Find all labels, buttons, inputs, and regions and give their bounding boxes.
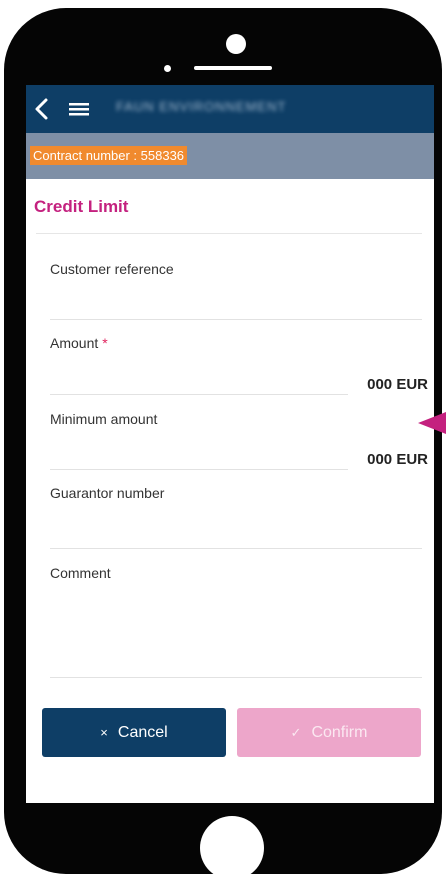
amount-label-text: Amount bbox=[50, 335, 99, 351]
required-marker: * bbox=[102, 335, 108, 351]
confirm-button[interactable]: ✓ Confirm bbox=[237, 708, 421, 757]
contract-number: Contract number : 558336 bbox=[30, 146, 188, 165]
title-divider bbox=[36, 233, 422, 234]
customer-reference-underline bbox=[50, 319, 422, 320]
check-icon: ✓ bbox=[290, 724, 302, 740]
home-button[interactable] bbox=[200, 816, 264, 880]
cancel-button-label: Cancel bbox=[117, 723, 168, 741]
page-title: Credit Limit bbox=[34, 197, 129, 216]
amount-label: Amount * bbox=[50, 335, 108, 351]
front-camera bbox=[226, 34, 246, 54]
minimum-amount-underline bbox=[50, 469, 348, 470]
minimum-amount-label: Minimum amount bbox=[50, 411, 158, 427]
app-bar: FAUN ENVIRONNEMENT bbox=[26, 85, 434, 133]
amount-value: 000 EUR bbox=[367, 376, 428, 393]
close-icon: × bbox=[100, 725, 108, 740]
pointer-arrow-icon bbox=[418, 412, 446, 434]
amount-underline bbox=[50, 394, 348, 395]
menu-icon[interactable] bbox=[66, 97, 94, 121]
minimum-amount-value: 000 EUR bbox=[367, 451, 428, 468]
earpiece-speaker bbox=[194, 66, 272, 70]
comment-underline bbox=[50, 677, 422, 678]
back-icon[interactable] bbox=[30, 95, 56, 123]
app-title: FAUN ENVIRONNEMENT bbox=[116, 99, 287, 114]
proximity-sensor bbox=[164, 65, 171, 72]
cancel-button[interactable]: × Cancel bbox=[42, 708, 226, 757]
comment-label: Comment bbox=[50, 565, 111, 581]
guarantor-number-label: Guarantor number bbox=[50, 485, 165, 501]
guarantor-number-underline bbox=[50, 548, 422, 549]
contract-banner: Contract number : 558336 bbox=[26, 133, 434, 179]
confirm-button-label: Confirm bbox=[311, 723, 368, 741]
app-screen: FAUN ENVIRONNEMENT Contract number : 558… bbox=[26, 85, 434, 803]
customer-reference-label: Customer reference bbox=[50, 261, 174, 277]
